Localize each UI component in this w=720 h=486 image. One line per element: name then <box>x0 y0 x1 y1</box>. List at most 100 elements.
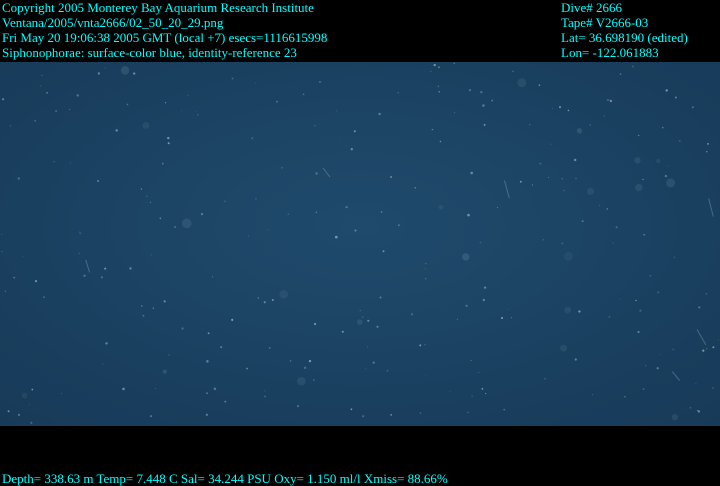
particle <box>483 123 486 126</box>
particle <box>560 344 567 352</box>
particle <box>174 226 176 228</box>
particle <box>376 325 379 328</box>
particle <box>581 220 584 223</box>
particle <box>438 205 444 210</box>
particle <box>97 72 101 75</box>
particle <box>382 250 385 253</box>
particle <box>22 256 24 257</box>
particle <box>637 330 640 334</box>
particle <box>365 367 367 369</box>
particle <box>205 413 209 416</box>
particle <box>378 112 381 116</box>
particle <box>167 142 170 145</box>
telemetry-line: Depth= 338.63 m Temp= 7.448 C Sal= 34.24… <box>2 471 448 486</box>
particle <box>142 314 145 317</box>
underwater-video-frame <box>0 62 720 426</box>
particle <box>478 372 480 374</box>
particle <box>397 92 399 94</box>
particle <box>289 360 292 362</box>
particle <box>615 226 618 229</box>
particle <box>603 115 605 117</box>
particle <box>439 140 442 143</box>
particle <box>484 286 487 289</box>
particle <box>552 108 554 109</box>
particle <box>336 110 338 112</box>
particle <box>350 148 353 151</box>
particle <box>162 369 167 374</box>
particle <box>712 387 714 389</box>
particle <box>591 394 593 396</box>
particle <box>425 263 427 265</box>
particle <box>1 250 3 253</box>
particle <box>180 110 182 111</box>
particle <box>424 343 426 346</box>
particle <box>224 400 227 403</box>
particle <box>468 89 472 92</box>
particle <box>397 224 400 227</box>
deep-water-scene <box>0 62 720 426</box>
particle <box>122 387 125 391</box>
particle <box>649 275 652 277</box>
particle <box>564 306 572 314</box>
particle <box>512 70 514 73</box>
particle <box>129 267 132 270</box>
particle <box>656 367 659 370</box>
particle <box>105 342 108 345</box>
particle <box>146 195 148 198</box>
particle <box>1 234 2 236</box>
particle <box>609 99 613 103</box>
particle <box>702 349 705 352</box>
particle <box>200 213 204 216</box>
particle <box>104 67 106 69</box>
copyright-line: Copyright 2005 Monterey Bay Aquarium Res… <box>2 0 314 15</box>
particle <box>354 229 357 232</box>
particle <box>510 317 513 319</box>
particle <box>161 162 164 165</box>
particle <box>575 177 577 180</box>
particle <box>589 124 591 126</box>
particle <box>662 126 664 129</box>
particle <box>41 74 43 76</box>
particle <box>100 276 103 279</box>
particle <box>642 178 644 181</box>
particle <box>207 332 210 335</box>
particle <box>529 124 531 126</box>
particle <box>673 256 675 258</box>
particle <box>181 327 184 330</box>
particle <box>390 414 392 416</box>
particle <box>606 98 610 102</box>
particle <box>28 404 30 405</box>
particle <box>257 297 260 299</box>
particle <box>574 158 577 162</box>
particle <box>353 130 356 133</box>
particle <box>303 366 307 369</box>
particle <box>140 188 143 190</box>
water-background <box>0 62 720 426</box>
particle <box>496 206 499 209</box>
particle <box>266 229 268 230</box>
longitude: Lon= -122.061883 <box>561 45 659 60</box>
particle <box>386 369 389 372</box>
particle <box>212 276 213 278</box>
particle <box>150 254 152 256</box>
particle <box>612 242 614 244</box>
particle <box>453 62 455 64</box>
particle <box>638 134 640 137</box>
particle <box>438 91 440 93</box>
particle <box>78 252 80 254</box>
particle <box>46 92 48 94</box>
particle <box>437 85 439 87</box>
particle <box>643 234 645 236</box>
particle <box>163 300 166 303</box>
particle <box>538 84 541 87</box>
particle <box>104 267 107 270</box>
particle <box>308 359 312 363</box>
particle <box>666 178 676 188</box>
particle <box>706 348 708 350</box>
particle <box>315 211 317 213</box>
particle <box>167 136 170 140</box>
particle <box>164 102 167 104</box>
particle <box>712 346 715 349</box>
particle <box>482 298 485 302</box>
particle <box>213 387 217 391</box>
